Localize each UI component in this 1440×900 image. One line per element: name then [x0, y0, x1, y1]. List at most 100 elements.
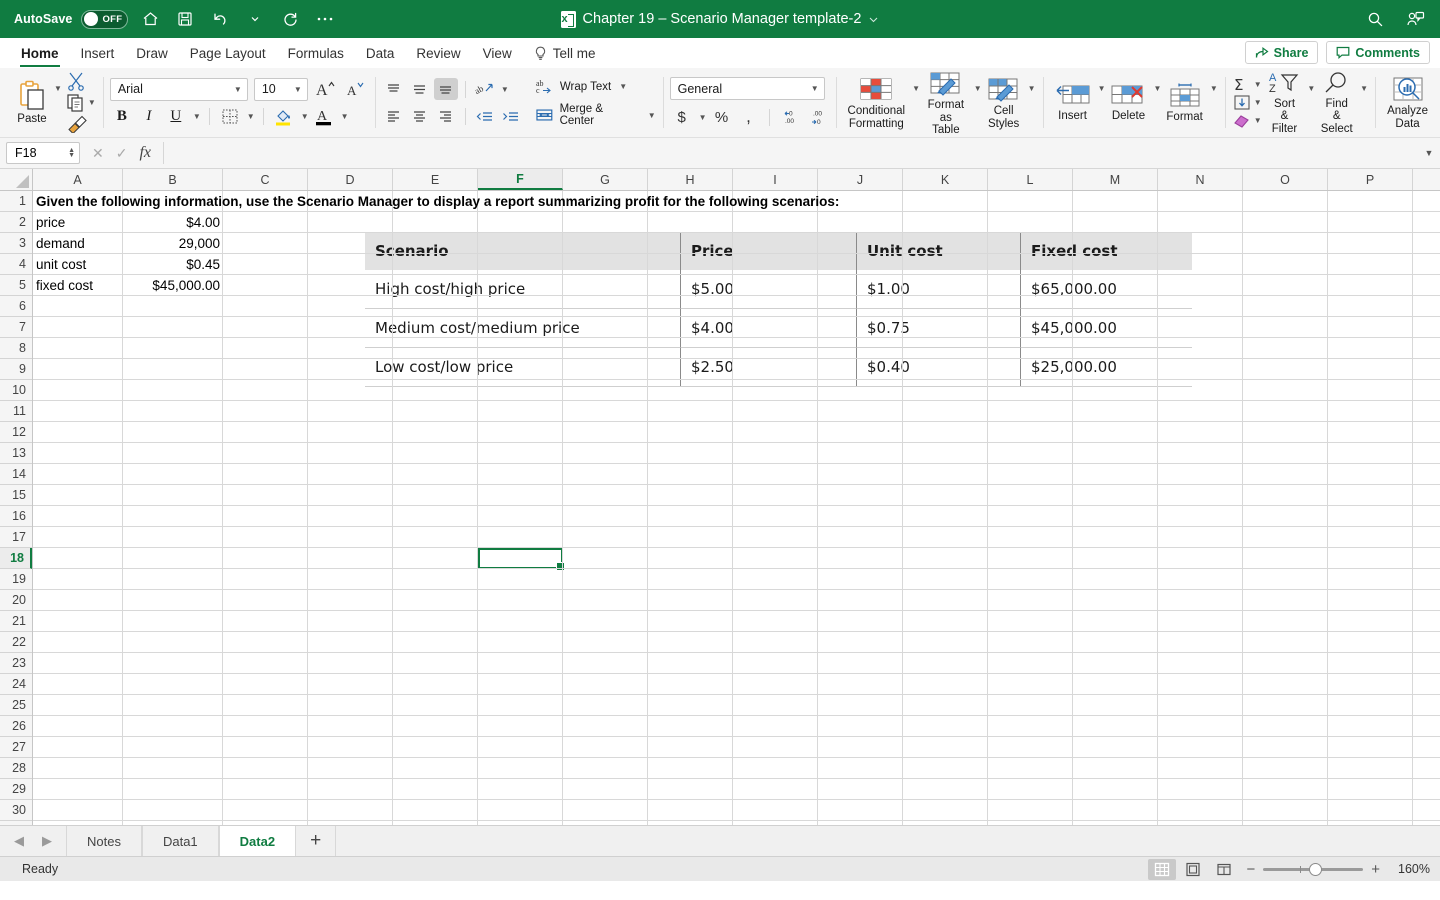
cell-B5[interactable]: $45,000.00 — [123, 275, 223, 295]
row-header-3[interactable]: 3 — [0, 233, 32, 254]
format-as-table-chevron-down-icon[interactable]: ▼ — [974, 84, 982, 93]
wrap-text-button[interactable]: ab c Wrap Text ▼ — [535, 78, 656, 95]
insert-cells-chevron-down-icon[interactable]: ▼ — [1098, 84, 1106, 93]
fill-button[interactable]: ▼ — [1232, 94, 1262, 111]
tab-home[interactable]: Home — [10, 38, 70, 68]
row-header-17[interactable]: 17 — [0, 527, 32, 548]
undo-icon[interactable] — [207, 6, 233, 32]
page-break-preview-icon[interactable] — [1210, 859, 1238, 880]
number-format-select[interactable]: General ▼ — [669, 77, 825, 100]
sheet-tab-data2[interactable]: Data2 — [218, 826, 297, 856]
row-header-22[interactable]: 22 — [0, 632, 32, 653]
row-header-19[interactable]: 19 — [0, 569, 32, 590]
align-bottom-button[interactable] — [433, 78, 458, 100]
orientation-button[interactable]: ab — [473, 78, 497, 100]
page-layout-icon[interactable] — [1179, 859, 1207, 880]
row-header-31[interactable]: 31 — [0, 821, 32, 825]
zoom-slider-handle[interactable] — [1309, 862, 1323, 876]
normal-view-icon[interactable] — [1148, 858, 1177, 880]
clear-button[interactable]: ▼ — [1232, 112, 1262, 129]
clear-chevron-down-icon[interactable]: ▼ — [1254, 116, 1262, 125]
undo-chevron-icon[interactable] — [242, 6, 268, 32]
sheet-tab-notes[interactable]: Notes — [66, 826, 142, 856]
row-header-5[interactable]: 5 — [0, 275, 32, 296]
add-sheet-button[interactable]: + — [296, 826, 337, 856]
format-cells-chevron-down-icon[interactable]: ▼ — [1210, 84, 1218, 93]
sort-filter-chevron-down-icon[interactable]: ▼ — [1307, 84, 1315, 93]
cell-B4[interactable]: $0.45 — [123, 254, 223, 274]
zoom-level-label[interactable]: 160% — [1388, 862, 1430, 876]
zoom-in-button[interactable]: + — [1366, 861, 1385, 878]
column-header-N[interactable]: N — [1158, 169, 1243, 190]
row-header-20[interactable]: 20 — [0, 590, 32, 611]
conditional-formatting-chevron-down-icon[interactable]: ▼ — [912, 84, 920, 93]
find-select-chevron-down-icon[interactable]: ▼ — [1360, 84, 1368, 93]
cell-A2[interactable]: price — [33, 212, 123, 232]
row-header-14[interactable]: 14 — [0, 464, 32, 485]
column-header-J[interactable]: J — [818, 169, 903, 190]
comma-format-button[interactable]: , — [737, 106, 761, 128]
underline-button[interactable]: U — [164, 106, 188, 128]
selected-cell-indicator[interactable] — [478, 548, 565, 571]
row-header-21[interactable]: 21 — [0, 611, 32, 632]
cut-button[interactable] — [66, 72, 96, 91]
copy-chevron-down-icon[interactable]: ▼ — [88, 98, 96, 107]
share-button[interactable]: Share — [1244, 41, 1319, 64]
align-middle-button[interactable] — [408, 78, 432, 100]
column-header-C[interactable]: C — [223, 169, 308, 190]
row-header-28[interactable]: 28 — [0, 758, 32, 779]
cell-A3[interactable]: demand — [33, 233, 123, 253]
row-header-16[interactable]: 16 — [0, 506, 32, 527]
delete-cells-button[interactable]: Delete — [1105, 83, 1151, 122]
row-header-2[interactable]: 2 — [0, 212, 32, 233]
align-right-button[interactable] — [434, 105, 458, 127]
font-size-select[interactable]: 10 ▼ — [253, 77, 308, 101]
row-header-15[interactable]: 15 — [0, 485, 32, 506]
row-header-13[interactable]: 13 — [0, 443, 32, 464]
cell-A1[interactable]: Given the following information, use the… — [33, 191, 1413, 211]
currency-chevron-down-icon[interactable]: ▼ — [699, 113, 707, 122]
column-header-O[interactable]: O — [1243, 169, 1328, 190]
row-header-7[interactable]: 7 — [0, 317, 32, 338]
align-center-button[interactable] — [408, 105, 432, 127]
zoom-out-button[interactable]: − — [1241, 861, 1260, 878]
format-painter-button[interactable] — [66, 114, 96, 133]
column-header-I[interactable]: I — [733, 169, 818, 190]
column-header-A[interactable]: A — [33, 169, 123, 190]
increase-indent-button[interactable] — [499, 105, 523, 127]
align-left-button[interactable] — [382, 105, 406, 127]
paste-button[interactable]: Paste — [12, 80, 52, 125]
font-color-button[interactable]: A — [312, 106, 336, 128]
previous-sheet-icon[interactable]: ◀ — [14, 833, 24, 849]
conditional-formatting-button[interactable]: Conditional Formatting — [843, 76, 911, 130]
zoom-slider[interactable] — [1263, 860, 1364, 878]
home-icon[interactable] — [137, 6, 163, 32]
name-box-spinner-icon[interactable]: ▲ ▼ — [68, 147, 75, 159]
more-commands-icon[interactable] — [312, 6, 338, 32]
decrease-indent-button[interactable] — [473, 105, 497, 127]
column-header-B[interactable]: B — [123, 169, 223, 190]
fill-color-button[interactable] — [272, 106, 296, 128]
wrap-text-chevron-down-icon[interactable]: ▼ — [619, 82, 627, 91]
column-header-H[interactable]: H — [648, 169, 733, 190]
cell-B2[interactable]: $4.00 — [123, 212, 223, 232]
cell-area[interactable]: Scenario Price Unit cost Fixed cost High cos… — [33, 191, 1440, 825]
font-name-select[interactable]: Arial ▼ — [109, 77, 248, 101]
increase-font-size-button[interactable]: A — [314, 78, 338, 100]
find-select-button[interactable]: Find & Select — [1315, 71, 1358, 135]
fill-color-chevron-down-icon[interactable]: ▼ — [301, 112, 309, 121]
insert-cells-button[interactable]: Insert — [1050, 83, 1096, 122]
column-header-E[interactable]: E — [393, 169, 478, 190]
format-as-table-button[interactable]: Format as Table — [920, 70, 972, 136]
row-header-1[interactable]: 1 — [0, 191, 32, 212]
borders-button[interactable] — [218, 106, 242, 128]
row-header-24[interactable]: 24 — [0, 674, 32, 695]
decrease-decimal-button[interactable]: .00 0 — [805, 106, 829, 128]
copy-button[interactable]: ▼ — [66, 93, 96, 112]
column-header-D[interactable]: D — [308, 169, 393, 190]
column-header-M[interactable]: M — [1073, 169, 1158, 190]
tab-formulas[interactable]: Formulas — [277, 38, 355, 68]
row-header-18[interactable]: 18 — [0, 548, 32, 569]
format-cells-button[interactable]: Format — [1161, 82, 1207, 123]
italic-button[interactable]: I — [137, 106, 161, 128]
